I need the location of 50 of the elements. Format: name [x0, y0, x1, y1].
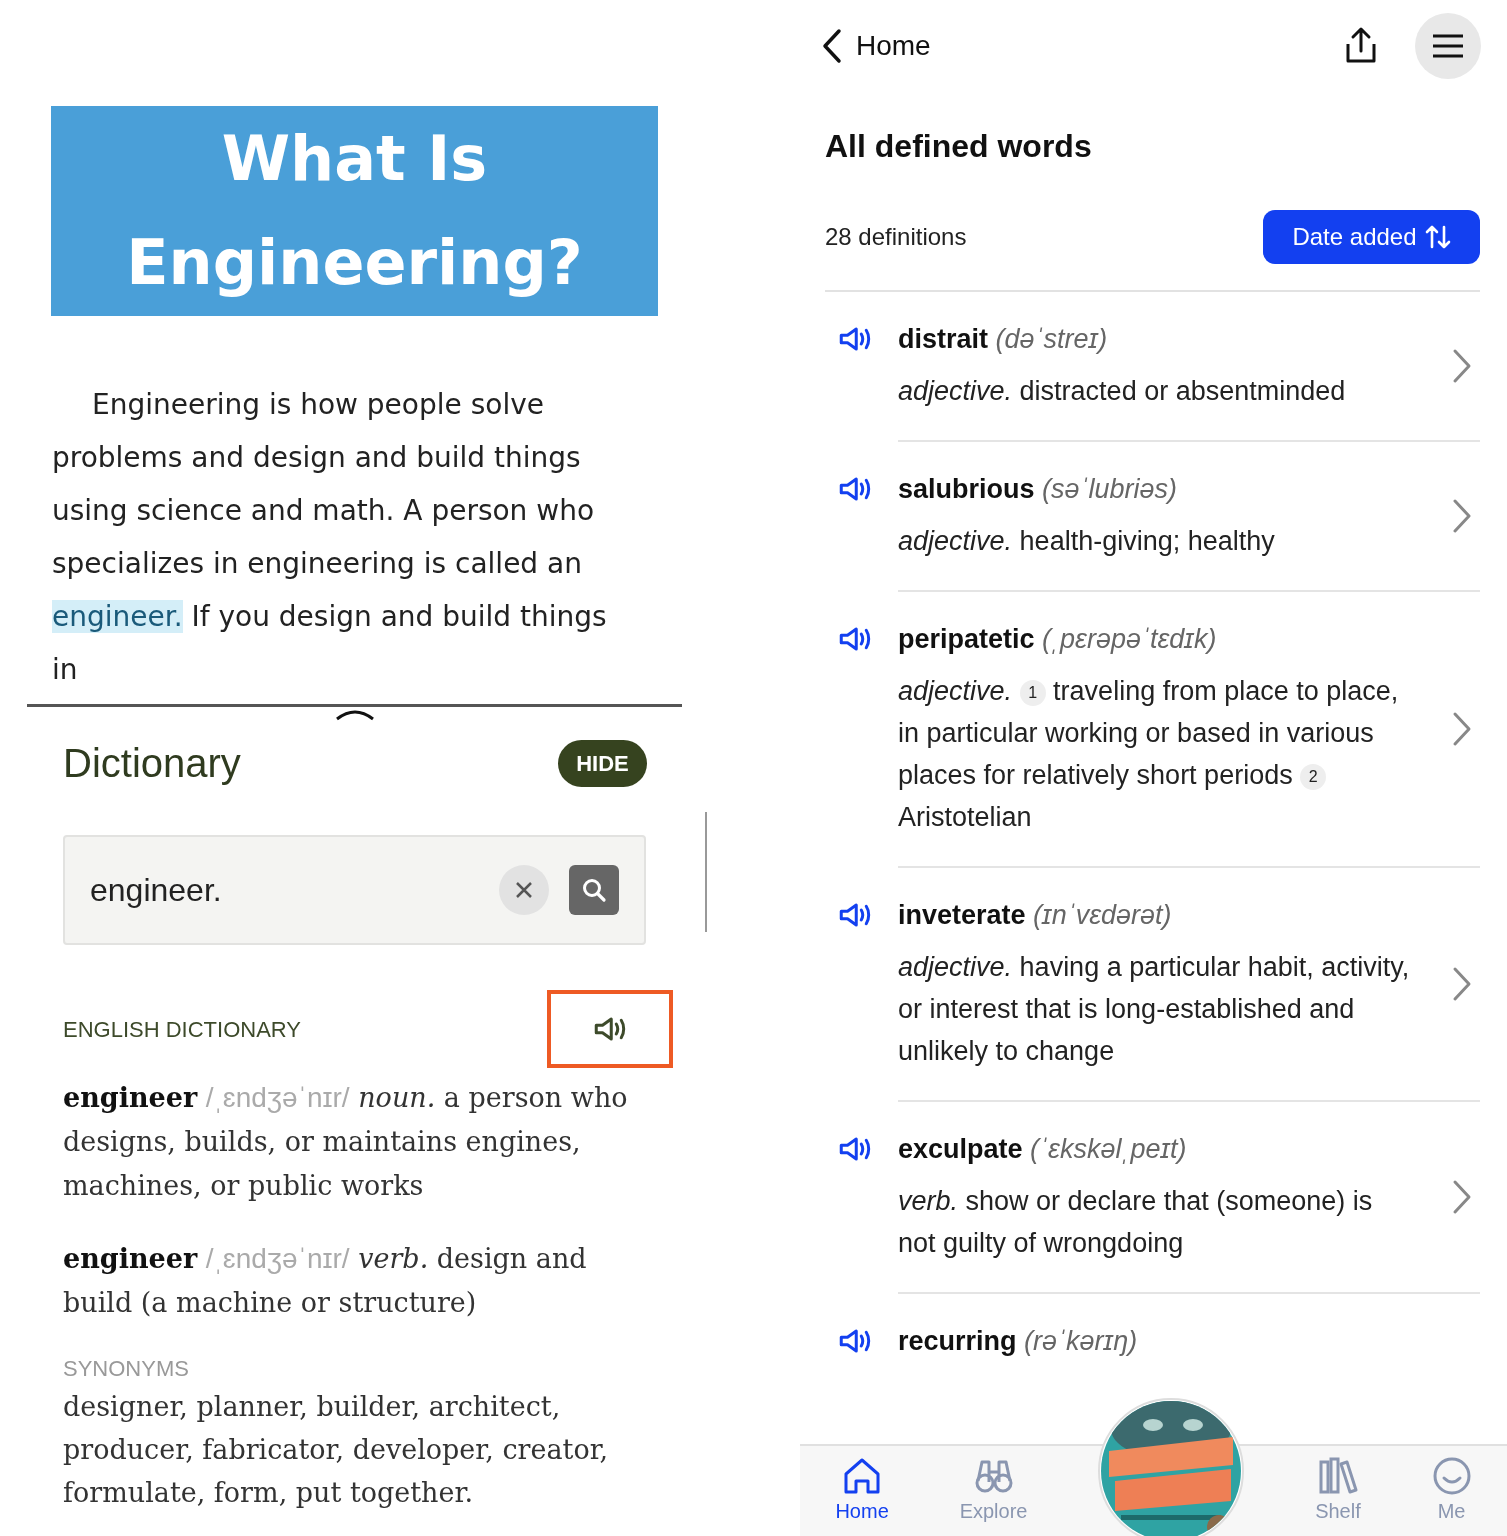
word-row[interactable]: distrait (dəˈstreɪ) adjective. distracted or absentminded: [835, 292, 1480, 440]
dictionary-entry: engineer /ˌɛndʒəˈnɪr/ verb. design and build (a machine or structure): [63, 1242, 588, 1320]
banner-title: What Is: [221, 121, 488, 197]
word-heading: salubrious (səˈlubriəs): [898, 473, 1179, 506]
back-button[interactable]: Home: [822, 25, 931, 67]
word-definition: verb. show or declare that (someone) is not guilty of wrongdoing: [898, 1185, 1374, 1260]
search-icon: [581, 877, 607, 903]
word-definition: adjective. distracted or absentminded: [898, 375, 1347, 408]
smiley-icon: [1431, 1456, 1472, 1496]
search-input[interactable]: engineer.: [90, 866, 499, 914]
nav-tab[interactable]: Home: [835, 1456, 889, 1526]
page-title: All defined words: [825, 127, 1093, 166]
back-icon: [822, 28, 842, 64]
menu-icon: [1432, 34, 1464, 58]
word-definition: adjective. having a particular habit, activity, or interest that is long-established and unlikely to change: [898, 951, 1411, 1068]
section-label: ENGLISH DICTIONARY: [63, 1015, 301, 1044]
home-icon: [842, 1456, 883, 1496]
chevron-right-icon: [1452, 498, 1472, 534]
word-definition: adjective. 1 traveling from place to place, in particular working or based in various places for relatively short periods 2 Aristotelian: [898, 675, 1400, 834]
word-heading: distrait (dəˈstreɪ): [898, 323, 1109, 356]
chevron-right-icon: [1452, 348, 1472, 384]
word-heading: inveterate (ɪnˈvɛdərət): [898, 899, 1173, 932]
close-icon: [514, 880, 534, 900]
search-field[interactable]: engineer.: [63, 835, 646, 945]
word-row[interactable]: exculpate (ˈɛkskəlˌpeɪt) verb. show or declare that (someone) is not guilty of wrongdoing: [898, 1100, 1480, 1292]
word-row[interactable]: peripatetic (ˌpɛrəpəˈtɛdɪk) adjective. 1 traveling from place to place, in particular working or based in various places for relatively short periods 2 Aristotelian: [898, 590, 1480, 866]
passage-text: Engineering is how people solve problems and design and build things using science and math. A person who specializes in engineering is called an engineer. If you design and build things in: [52, 387, 608, 688]
pronounce-button[interactable]: [547, 990, 673, 1068]
word-row[interactable]: recurring (rəˈkərɪŋ): [898, 1292, 1480, 1388]
section-label: SYNONYMS: [63, 1355, 190, 1383]
chevron-right-icon: [1452, 966, 1472, 1002]
hide-button[interactable]: HIDE: [558, 739, 647, 787]
sort-icon: [1424, 224, 1451, 250]
chevron-right-icon: [1452, 711, 1472, 747]
word-heading: recurring (rəˈkərɪŋ): [898, 1325, 1139, 1358]
panel-title: Dictionary: [63, 740, 241, 787]
dictionary-entry: engineer /ˌɛndʒəˈnɪr/ noun. a person who designs, builds, or maintains engines, machines, or public works: [63, 1081, 629, 1203]
word-row[interactable]: salubrious (səˈlubriəs) adjective. health-giving; healthy: [898, 440, 1480, 590]
clear-button[interactable]: [499, 865, 549, 915]
search-button[interactable]: [569, 865, 619, 915]
synonyms-text: designer, planner, builder, architect, producer, fabricator, developer, creator, formulate, form, put together.: [63, 1390, 610, 1510]
word-row[interactable]: inveterate (ɪnˈvɛdərət) adjective. having a particular habit, activity, or interest that is long-established and unlikely to change: [898, 866, 1480, 1100]
books-icon: [1317, 1456, 1358, 1496]
word-heading: peripatetic (ˌpɛrəpəˈtɛdɪk): [898, 623, 1218, 656]
sort-button[interactable]: Date added: [1263, 210, 1480, 264]
chevron-right-icon: [1452, 1179, 1472, 1215]
word-definition: adjective. health-giving; healthy: [898, 525, 1276, 558]
banner-title: Engineering?: [126, 225, 583, 301]
word-heading: exculpate (ˈɛkskəlˌpeɪt): [898, 1133, 1188, 1166]
definition-count: 28 definitions: [825, 222, 967, 252]
